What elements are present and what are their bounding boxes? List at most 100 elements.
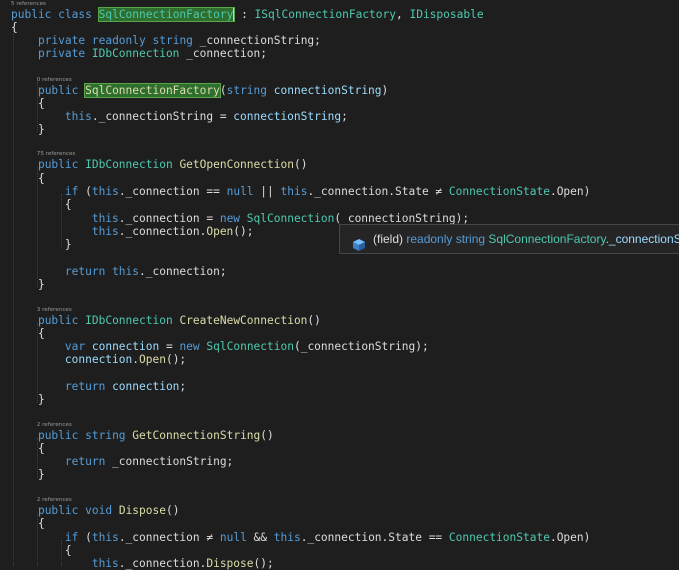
code-token: this bbox=[91, 212, 119, 225]
code-token: this bbox=[112, 265, 140, 278]
code-line[interactable]: if (this._connection ≠ null && this._con… bbox=[11, 531, 590, 544]
code-token: () bbox=[260, 429, 274, 442]
code-line[interactable]: if (this._connection == null || this._co… bbox=[11, 185, 590, 198]
code-token: { bbox=[11, 442, 45, 455]
code-line[interactable]: } bbox=[11, 123, 45, 136]
code-line[interactable]: { bbox=[11, 327, 45, 340]
code-token: ) bbox=[381, 84, 389, 97]
code-line[interactable]: { bbox=[11, 442, 45, 455]
code-line[interactable]: } bbox=[11, 238, 72, 251]
code-token: Open bbox=[139, 353, 166, 366]
code-token: ConnectionState bbox=[448, 185, 550, 198]
code-line[interactable]: { bbox=[11, 198, 72, 211]
code-line[interactable]: var connection = new SqlConnection(_conn… bbox=[11, 340, 429, 353]
code-line[interactable]: private readonly string _connectionStrin… bbox=[11, 34, 321, 47]
code-token: if bbox=[64, 185, 79, 198]
codelens-references[interactable]: 5 references bbox=[11, 1, 46, 8]
code-token: { bbox=[11, 327, 45, 340]
code-token: public bbox=[37, 504, 79, 517]
code-token: { bbox=[11, 517, 45, 530]
code-token: { bbox=[11, 21, 18, 34]
code-token: SqlConnectionFactory bbox=[84, 83, 221, 98]
field-icon bbox=[352, 233, 366, 251]
code-line[interactable]: { bbox=[11, 97, 45, 110]
code-token: ( bbox=[78, 531, 92, 544]
code-token: ConnectionState bbox=[448, 531, 550, 544]
code-token: null bbox=[226, 185, 254, 198]
code-token: _connectionString; bbox=[105, 455, 234, 468]
code-token: string bbox=[226, 84, 268, 97]
code-line[interactable]: public SqlConnectionFactory(string conne… bbox=[11, 83, 389, 98]
code-token: IDbConnection bbox=[85, 158, 173, 171]
code-token: (); bbox=[233, 225, 254, 238]
code-token: return bbox=[64, 455, 106, 468]
code-token: this bbox=[273, 531, 301, 544]
code-token: public bbox=[37, 84, 79, 97]
code-line[interactable]: } bbox=[11, 468, 45, 481]
code-token: null bbox=[219, 531, 247, 544]
code-token: SqlConnection bbox=[206, 340, 294, 353]
code-token: connectionString bbox=[273, 84, 382, 97]
code-token: if bbox=[64, 531, 79, 544]
code-token: ._connection; bbox=[139, 265, 227, 278]
code-token: Dispose bbox=[118, 504, 166, 517]
code-line[interactable]: public string GetConnectionString() bbox=[11, 429, 274, 442]
code-token: (); bbox=[253, 557, 274, 570]
code-token: SqlConnectionFactory bbox=[97, 7, 236, 22]
code-token: && bbox=[246, 531, 274, 544]
code-line[interactable]: { bbox=[11, 21, 18, 34]
codelens-references[interactable]: 3 references bbox=[37, 307, 72, 314]
code-token: = bbox=[159, 340, 180, 353]
code-line[interactable]: } bbox=[11, 278, 45, 291]
code-token: readonly bbox=[91, 34, 146, 47]
code-line[interactable]: connection.Open(); bbox=[11, 353, 186, 366]
code-line[interactable]: public IDbConnection GetOpenConnection() bbox=[11, 158, 307, 171]
code-line[interactable]: return this._connection; bbox=[11, 265, 227, 278]
code-token: IDbConnection bbox=[91, 47, 180, 60]
code-token: ._connection.State == bbox=[300, 531, 449, 544]
code-token: , bbox=[396, 8, 410, 21]
code-token: { bbox=[11, 544, 72, 557]
codelens-references[interactable]: 2 references bbox=[37, 422, 72, 429]
code-line[interactable]: } bbox=[11, 393, 45, 406]
code-line[interactable]: { bbox=[11, 172, 45, 185]
code-line[interactable]: this._connectionString = connectionStrin… bbox=[11, 110, 348, 123]
code-token: : bbox=[234, 8, 255, 21]
code-token: CreateNewConnection bbox=[179, 314, 308, 327]
code-line[interactable]: return connection; bbox=[11, 380, 186, 393]
code-token: () bbox=[293, 158, 308, 171]
code-line[interactable]: private IDbConnection _connection; bbox=[11, 47, 267, 60]
code-token: this bbox=[91, 531, 119, 544]
code-editor[interactable]: 5 references public class SqlConnectionFa… bbox=[0, 0, 679, 570]
code-token: } bbox=[11, 238, 72, 251]
codelens-references[interactable]: 2 references bbox=[37, 497, 72, 504]
code-token: new bbox=[179, 340, 200, 353]
code-line[interactable]: this._connection.Dispose(); bbox=[11, 557, 274, 570]
code-line[interactable]: public class SqlConnectionFactory : ISql… bbox=[11, 7, 484, 22]
code-token: public bbox=[37, 314, 79, 327]
code-line[interactable]: { bbox=[11, 517, 45, 530]
codelens-references[interactable]: 75 references bbox=[37, 151, 76, 158]
code-line[interactable]: public IDbConnection CreateNewConnection… bbox=[11, 314, 321, 327]
codelens-references[interactable]: 0 references bbox=[37, 77, 72, 84]
code-token: connectionString bbox=[233, 110, 342, 123]
code-token: ( bbox=[78, 185, 92, 198]
code-token: (); bbox=[165, 353, 187, 366]
code-line[interactable]: return _connectionString; bbox=[11, 455, 233, 468]
code-line[interactable]: public void Dispose() bbox=[11, 504, 180, 517]
code-line[interactable]: { bbox=[11, 544, 72, 557]
code-line[interactable]: this._connection.Open(); bbox=[11, 225, 254, 238]
code-token: } bbox=[11, 468, 45, 481]
code-token: ._connection. bbox=[118, 225, 207, 238]
